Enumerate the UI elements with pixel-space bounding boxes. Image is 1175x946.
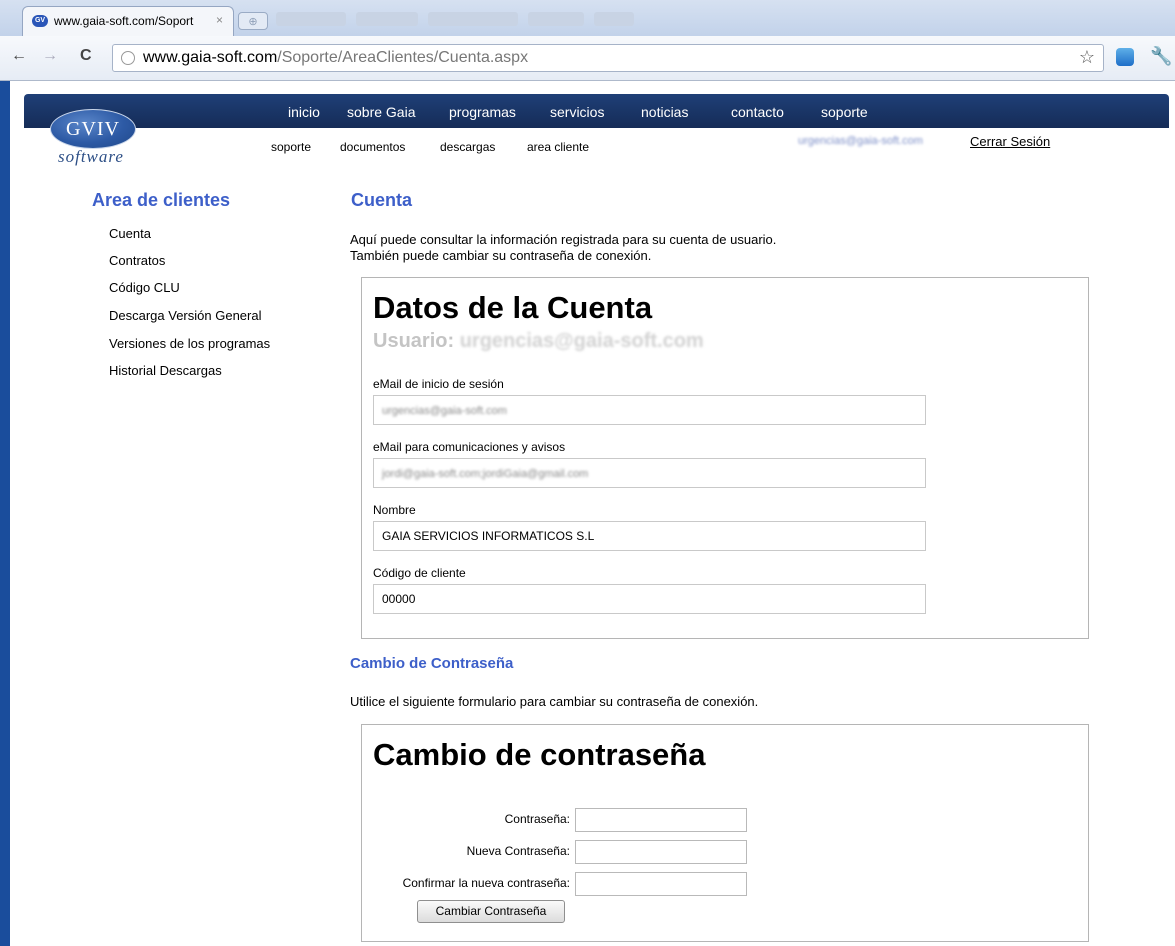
- new-tab-button[interactable]: ⊕: [238, 12, 268, 30]
- login-email-label: eMail de inicio de sesión: [373, 377, 504, 391]
- tab-title: www.gaia-soft.com/Soport: [54, 14, 194, 28]
- intro-line: También puede cambiar su contraseña de c…: [350, 248, 652, 263]
- browser-toolbar: ← → C www.gaia-soft.com/Soporte/AreaClie…: [0, 36, 1175, 81]
- nav-programas[interactable]: programas: [449, 104, 516, 120]
- bookmark-star-icon[interactable]: ☆: [1079, 47, 1095, 68]
- blurred-tab-placeholder: [594, 12, 634, 26]
- reload-icon[interactable]: C: [80, 47, 92, 65]
- subnav-descargas[interactable]: descargas: [440, 140, 495, 154]
- site-favicon-icon: GV: [32, 15, 48, 27]
- intro-line: Aquí puede consultar la información regi…: [350, 232, 777, 247]
- sidebar-item-versiones-programas[interactable]: Versiones de los programas: [109, 336, 270, 351]
- account-panel-title: Datos de la Cuenta: [373, 290, 653, 325]
- confirm-password-label: Confirmar la nueva contraseña:: [402, 876, 570, 890]
- nav-servicios[interactable]: servicios: [550, 104, 604, 120]
- tab-close-icon[interactable]: ×: [216, 13, 223, 27]
- account-intro-text: Aquí puede consultar la información regi…: [350, 232, 776, 264]
- notification-email-label: eMail para comunicaciones y avisos: [373, 440, 566, 454]
- blurred-tab-placeholder: [356, 12, 418, 26]
- browser-tab[interactable]: GV www.gaia-soft.com/Soport ×: [22, 6, 234, 36]
- current-password-label: Contraseña:: [504, 812, 570, 826]
- page-viewport: GVIV software inicio sobre Gaia programa…: [0, 81, 1175, 946]
- subnav-soporte[interactable]: soporte: [271, 140, 311, 154]
- new-password-input[interactable]: [575, 840, 747, 864]
- account-data-panel: Datos de la Cuenta Usuario: urgencias@ga…: [361, 277, 1089, 639]
- sidebar-item-cuenta[interactable]: Cuenta: [109, 226, 151, 241]
- sidebar-item-historial-descargas[interactable]: Historial Descargas: [109, 363, 222, 378]
- nav-soporte[interactable]: soporte: [821, 104, 868, 120]
- current-password-input[interactable]: [575, 808, 747, 832]
- notification-email-field[interactable]: jordi@gaia-soft.com;jordiGaia@gmail.com: [373, 458, 926, 488]
- browser-tabstrip: GV www.gaia-soft.com/Soport × ⊕: [0, 0, 1175, 36]
- back-arrow-icon[interactable]: ←: [11, 47, 27, 65]
- forward-arrow-icon[interactable]: →: [42, 47, 58, 65]
- session-user-email: urgencias@gaia-soft.com: [798, 135, 923, 147]
- blurred-tab-placeholder: [276, 12, 346, 26]
- nav-contacto[interactable]: contacto: [731, 104, 784, 120]
- blurred-tab-placeholder: [428, 12, 518, 26]
- name-label: Nombre: [373, 503, 416, 517]
- user-value: urgencias@gaia-soft.com: [459, 330, 704, 352]
- password-section-intro: Utilice el siguiente formulario para cam…: [350, 694, 759, 709]
- left-blue-border: [0, 81, 10, 946]
- wrench-menu-icon[interactable]: 🔧: [1150, 46, 1172, 67]
- logo-mark: GVIV: [50, 109, 136, 149]
- subnav-documentos[interactable]: documentos: [340, 140, 405, 154]
- password-panel-title: Cambio de contraseña: [373, 737, 706, 772]
- address-bar[interactable]: www.gaia-soft.com/Soporte/AreaClientes/C…: [112, 44, 1104, 72]
- address-url: www.gaia-soft.com/Soporte/AreaClientes/C…: [143, 49, 529, 66]
- subnav-area-cliente[interactable]: area cliente: [527, 140, 589, 154]
- sidebar-title: Area de clientes: [92, 190, 231, 210]
- new-password-label: Nueva Contraseña:: [466, 844, 570, 858]
- change-password-button[interactable]: Cambiar Contraseña: [417, 900, 565, 923]
- gaia-software-logo[interactable]: GVIV software: [50, 99, 150, 169]
- login-email-field[interactable]: urgencias@gaia-soft.com: [373, 395, 926, 425]
- nav-sobre-gaia[interactable]: sobre Gaia: [347, 104, 415, 120]
- globe-icon: [121, 51, 135, 65]
- password-section-title: Cambio de Contraseña: [350, 655, 514, 672]
- confirm-password-input[interactable]: [575, 872, 747, 896]
- sidebar-item-descarga-version-general[interactable]: Descarga Versión General: [109, 308, 261, 323]
- user-label: Usuario:: [373, 330, 455, 352]
- blurred-tab-placeholder: [528, 12, 584, 26]
- sidebar-item-codigo-clu[interactable]: Código CLU: [109, 280, 180, 295]
- page-title: Cuenta: [351, 190, 413, 210]
- name-field[interactable]: GAIA SERVICIOS INFORMATICOS S.L: [373, 521, 926, 551]
- logo-wordmark: software: [58, 147, 124, 166]
- client-code-label: Código de cliente: [373, 566, 466, 580]
- extension-icon[interactable]: [1116, 48, 1134, 66]
- logout-link[interactable]: Cerrar Sesión: [970, 134, 1050, 149]
- sidebar-item-contratos[interactable]: Contratos: [109, 253, 165, 268]
- client-code-field[interactable]: 00000: [373, 584, 926, 614]
- account-user-heading: Usuario: urgencias@gaia-soft.com: [373, 330, 704, 353]
- nav-noticias[interactable]: noticias: [641, 104, 688, 120]
- nav-inicio[interactable]: inicio: [288, 104, 320, 120]
